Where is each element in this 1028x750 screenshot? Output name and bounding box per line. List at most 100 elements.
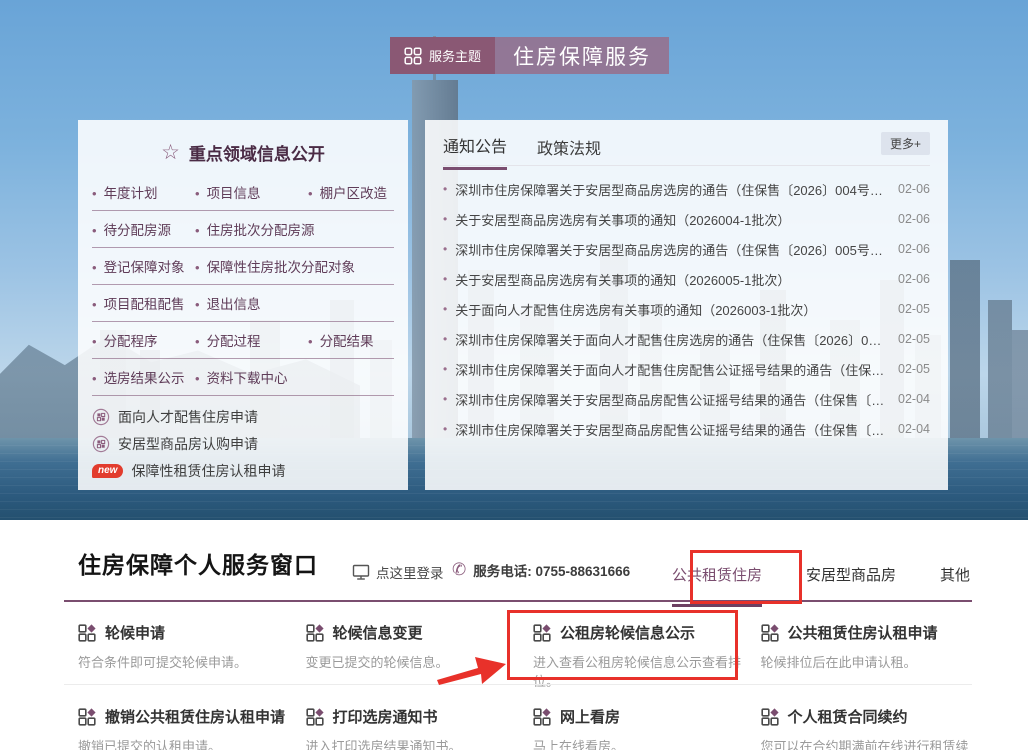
- announcement-title: 深圳市住房保障署关于安居型商品房选房的通告（住保售〔2026〕004号批次）: [455, 180, 888, 199]
- service-online-viewing[interactable]: 网上看房 马上在线看房。: [533, 694, 761, 750]
- link-shantytown[interactable]: 棚户区改造: [308, 182, 394, 202]
- login-label: 点这里登录: [376, 562, 444, 582]
- service-grid-icon: [533, 624, 551, 642]
- announcement-item[interactable]: 深圳市住房保障署关于面向人才配售住房配售公证摇号结果的通告（住保售〔2026〕0…: [443, 354, 930, 384]
- announcement-item[interactable]: 深圳市住房保障署关于安居型商品房选房的通告（住保售〔2026〕004号批次） 0…: [443, 174, 930, 204]
- announcement-date: 02-04: [898, 422, 930, 436]
- apply-affordable-purchase[interactable]: 安居型商品房认购申请: [92, 434, 394, 454]
- announcement-item[interactable]: 关于安居型商品房选房有关事项的通知（2026004-1批次） 02-06: [443, 204, 930, 234]
- service-desc: 进入打印选房结果通知书。: [306, 736, 534, 750]
- link-allocation-process[interactable]: 分配过程: [195, 330, 308, 350]
- service-title: 轮候申请: [105, 622, 165, 643]
- notice-panel: 通知公告 政策法规 更多+ 深圳市住房保障署关于安居型商品房选房的通告（住保售〔…: [425, 120, 948, 490]
- service-theme-badge: 服务主题 住房保障服务: [390, 37, 669, 74]
- header-divider: [64, 600, 972, 602]
- link-row: 分配程序 分配过程 分配结果: [92, 322, 394, 359]
- announcement-date: 02-06: [898, 182, 930, 196]
- more-button[interactable]: 更多+: [881, 132, 930, 155]
- service-grid-icon: [533, 708, 551, 726]
- tab-notices[interactable]: 通知公告: [443, 133, 507, 170]
- service-desc: 马上在线看房。: [533, 736, 761, 750]
- link-exit-info[interactable]: 退出信息: [195, 293, 394, 313]
- announcement-date: 02-06: [898, 212, 930, 226]
- link-row: 年度计划 项目信息 棚户区改造: [92, 174, 394, 211]
- announcement-item[interactable]: 深圳市住房保障署关于安居型商品房选房的通告（住保售〔2026〕005号批次） 0…: [443, 234, 930, 264]
- service-waitlist-apply[interactable]: 轮候申请 符合条件即可提交轮候申请。: [78, 610, 306, 694]
- announcement-item[interactable]: 深圳市住房保障署关于安居型商品房配售公证摇号结果的通告（住保售〔2026〕004…: [443, 414, 930, 444]
- announcement-title: 关于面向人才配售住房选房有关事项的通知（2026003-1批次）: [455, 300, 888, 319]
- service-desc: 变更已提交的轮候信息。: [306, 652, 534, 671]
- grid-icon: [404, 47, 422, 65]
- tab-policies[interactable]: 政策法规: [537, 135, 601, 169]
- announcement-date: 02-04: [898, 392, 930, 406]
- announcement-item[interactable]: 深圳市住房保障署关于安居型商品房配售公证摇号结果的通告（住保售〔2026〕005…: [443, 384, 930, 414]
- service-cancel-rental-apply[interactable]: 撤销公共租赁住房认租申请 撤销已提交的认租申请。: [78, 694, 306, 750]
- apply-rental-housing[interactable]: new 保障性租赁住房认租申请: [92, 461, 394, 481]
- service-waitlist-publicity[interactable]: 公租房轮候信息公示 进入查看公租房轮候信息公示查看排位。: [533, 610, 761, 694]
- service-window-title: 住房保障个人服务窗口: [78, 546, 318, 580]
- phone-icon: ✆: [452, 560, 466, 580]
- service-title: 公共租赁住房认租申请: [788, 622, 938, 643]
- link-project-info[interactable]: 项目信息: [195, 182, 308, 202]
- monitor-icon: [352, 563, 370, 581]
- announcement-date: 02-05: [898, 332, 930, 346]
- service-grid-icon: [78, 624, 96, 642]
- key-info-header: ☆ 重点领域信息公开: [92, 130, 394, 174]
- service-desc: 符合条件即可提交轮候申请。: [78, 652, 306, 671]
- service-phone: ✆ 服务电话: 0755-88631666: [452, 560, 630, 580]
- service-rental-apply[interactable]: 公共租赁住房认租申请 轮候排位后在此申请认租。: [761, 610, 989, 694]
- announcement-item[interactable]: 关于安居型商品房选房有关事项的通知（2026005-1批次） 02-06: [443, 264, 930, 294]
- link-row: 登记保障对象 保障性住房批次分配对象: [92, 248, 394, 285]
- announcement-date: 02-05: [898, 302, 930, 316]
- phone-label: 服务电话: 0755-88631666: [473, 560, 630, 580]
- link-row: 待分配房源 住房批次分配房源: [92, 211, 394, 248]
- service-waitlist-change[interactable]: 轮候信息变更 变更已提交的轮候信息。: [306, 610, 534, 694]
- service-desc: 轮候排位后在此申请认租。: [761, 652, 989, 671]
- announcement-title: 关于安居型商品房选房有关事项的通知（2026005-1批次）: [455, 270, 888, 289]
- service-grid-icon: [761, 624, 779, 642]
- link-row: 项目配租配售 退出信息: [92, 285, 394, 322]
- seal-icon: [92, 435, 110, 453]
- personal-service-window: 住房保障个人服务窗口 点这里登录 ✆ 服务电话: 0755-88631666 公…: [0, 520, 1028, 750]
- apply-talent-housing[interactable]: 面向人才配售住房申请: [92, 407, 394, 427]
- service-desc: 撤销已提交的认租申请。: [78, 736, 306, 750]
- service-title: 撤销公共租赁住房认租申请: [105, 706, 285, 727]
- announcement-item[interactable]: 关于面向人才配售住房选房有关事项的通知（2026003-1批次） 02-05: [443, 294, 930, 324]
- service-contract-renewal[interactable]: 个人租赁合同续约 您可以在合约期满前在线进行租赁续约。: [761, 694, 989, 750]
- link-selection-publicity[interactable]: 选房结果公示: [92, 367, 195, 387]
- link-download-center[interactable]: 资料下载中心: [195, 367, 394, 387]
- service-title: 个人租赁合同续约: [788, 706, 908, 727]
- service-grid-icon: [761, 708, 779, 726]
- seal-icon: [92, 408, 110, 426]
- service-title: 打印选房通知书: [333, 706, 438, 727]
- announcement-title: 深圳市住房保障署关于面向人才配售住房配售公证摇号结果的通告（住保售〔2026〕0…: [455, 360, 888, 379]
- announcement-date: 02-06: [898, 272, 930, 286]
- link-pending-housing[interactable]: 待分配房源: [92, 219, 195, 239]
- announcement-title: 关于安居型商品房选房有关事项的通知（2026004-1批次）: [455, 210, 888, 229]
- grid-row-divider: [64, 684, 972, 685]
- link-registered-targets[interactable]: 登记保障对象: [92, 256, 195, 276]
- announcement-title: 深圳市住房保障署关于安居型商品房配售公证摇号结果的通告（住保售〔2026〕005…: [455, 390, 888, 409]
- login-link[interactable]: 点这里登录: [352, 562, 444, 582]
- link-annual-plan[interactable]: 年度计划: [92, 182, 195, 202]
- hero-banner: 服务主题 住房保障服务 ☆ 重点领域信息公开 年度计划 项目信息 棚户区改造 待…: [0, 0, 1028, 520]
- link-row: 选房结果公示 资料下载中心: [92, 359, 394, 396]
- page: { "colors": { "accent_purple": "#7a4d6f"…: [0, 0, 1028, 750]
- notice-tabs: 通知公告 政策法规 更多+: [443, 128, 930, 166]
- apply-links: 面向人才配售住房申请 安居型商品房认购申请 new 保障性租赁住房认租申请: [92, 407, 394, 481]
- link-project-rent-sale[interactable]: 项目配租配售: [92, 293, 195, 313]
- apply-link-label: 面向人才配售住房申请: [118, 407, 258, 427]
- service-title: 网上看房: [560, 706, 620, 727]
- link-batch-housing[interactable]: 住房批次分配房源: [195, 219, 394, 239]
- new-badge: new: [92, 464, 123, 478]
- announcement-item[interactable]: 深圳市住房保障署关于面向人才配售住房选房的通告（住保售〔2026〕003号批次）…: [443, 324, 930, 354]
- link-batch-targets[interactable]: 保障性住房批次分配对象: [195, 256, 394, 276]
- page-title: 住房保障服务: [495, 37, 669, 74]
- service-title: 轮候信息变更: [333, 622, 423, 643]
- link-allocation-result[interactable]: 分配结果: [308, 330, 394, 350]
- star-icon: ☆: [161, 142, 180, 163]
- service-print-notice[interactable]: 打印选房通知书 进入打印选房结果通知书。: [306, 694, 534, 750]
- announcement-title: 深圳市住房保障署关于面向人才配售住房选房的通告（住保售〔2026〕003号批次）: [455, 330, 888, 349]
- service-theme-label: 服务主题: [429, 46, 481, 65]
- link-allocation-procedure[interactable]: 分配程序: [92, 330, 195, 350]
